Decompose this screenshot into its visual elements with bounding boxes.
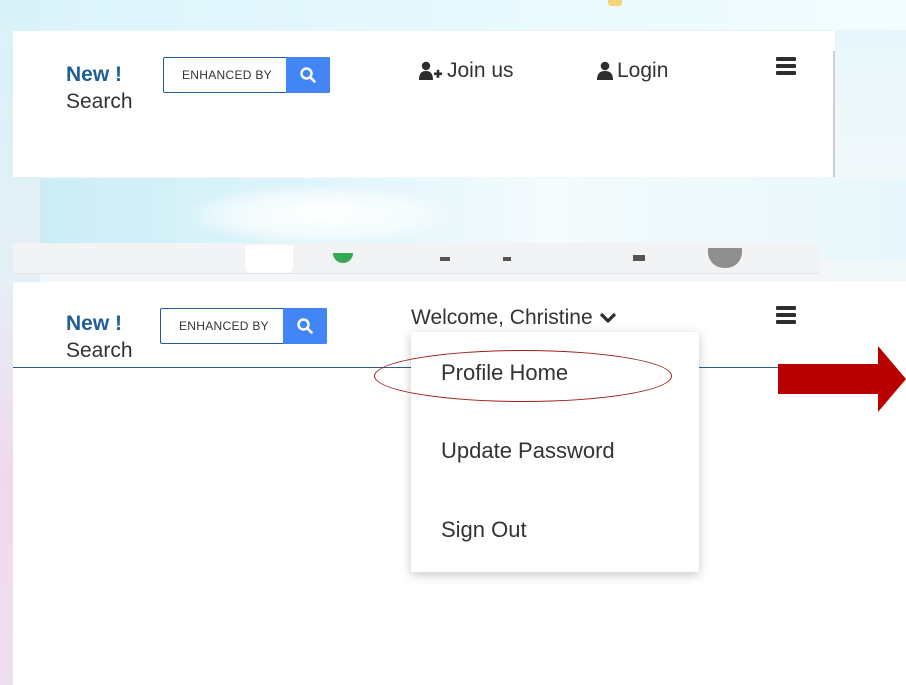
hamburger-menu-icon[interactable] — [776, 57, 796, 75]
red-arrow-annotation — [778, 346, 906, 412]
new-label: New ! — [66, 312, 123, 335]
dropdown-item-update-password[interactable]: Update Password — [441, 438, 615, 464]
search-icon — [297, 318, 313, 334]
login-link[interactable]: Login — [597, 59, 668, 83]
join-us-link[interactable]: Join us — [419, 59, 514, 83]
dropdown-item-sign-out[interactable]: Sign Out — [441, 517, 527, 543]
decorative-mark — [608, 0, 622, 6]
background-top — [0, 0, 906, 30]
search-input[interactable] — [164, 58, 286, 92]
chevron-down-icon — [599, 312, 616, 323]
search-label: Search — [66, 339, 133, 362]
background-glow — [190, 186, 450, 244]
search-button[interactable] — [286, 57, 330, 93]
header-logged-out-panel: New ! Search Join us Login — [13, 31, 835, 177]
welcome-label: Welcome, Christine — [411, 306, 593, 329]
highlight-oval — [374, 350, 672, 402]
login-label: Login — [617, 59, 669, 82]
new-search-label: New ! Search — [66, 310, 133, 364]
new-label: New ! — [66, 63, 123, 86]
scrollbar[interactable] — [833, 51, 835, 177]
new-search-label: New ! Search — [66, 61, 133, 115]
join-us-label: Join us — [447, 59, 514, 82]
user-icon — [597, 61, 613, 80]
search-icon — [300, 67, 316, 83]
search-box — [160, 308, 327, 344]
browser-toolbar-strip — [13, 243, 819, 274]
welcome-user-menu[interactable]: Welcome, Christine — [411, 306, 617, 330]
search-button[interactable] — [283, 308, 327, 344]
header-logged-in-panel: New ! Search Welcome, Christine Profile … — [13, 282, 906, 685]
search-label: Search — [66, 90, 133, 113]
hamburger-menu-icon[interactable] — [776, 306, 796, 324]
search-box — [163, 57, 330, 93]
search-input[interactable] — [161, 309, 283, 343]
user-plus-icon — [419, 61, 442, 80]
